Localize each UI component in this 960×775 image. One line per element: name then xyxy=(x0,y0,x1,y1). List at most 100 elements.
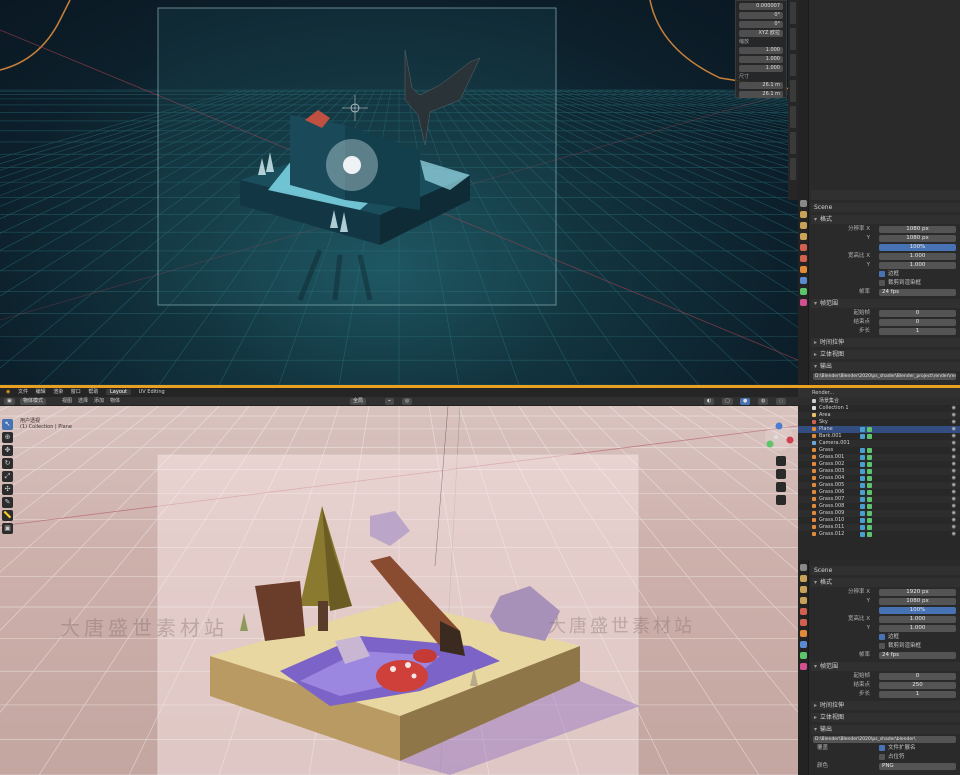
menu-select[interactable]: 选择 xyxy=(78,397,88,406)
world-tab-icon[interactable] xyxy=(800,619,807,626)
placeholders-checkbox[interactable] xyxy=(879,754,885,760)
vertex-group-icon[interactable] xyxy=(867,469,872,474)
modifier-tab-icon[interactable] xyxy=(800,277,807,284)
outliner-row[interactable]: Grass.010 ◉ xyxy=(798,517,960,524)
menu-window[interactable]: 窗口 xyxy=(71,389,81,395)
outliner-row[interactable]: Grass.008 ◉ xyxy=(798,503,960,510)
tab-addon[interactable] xyxy=(790,106,796,128)
outliner-row[interactable]: Grass ◉ xyxy=(798,447,960,454)
menu-object[interactable]: 物体 xyxy=(110,397,120,406)
world-tab-icon[interactable] xyxy=(800,255,807,262)
section-time-stretch[interactable]: ▸ 时间拉伸 xyxy=(811,338,960,347)
menu-view[interactable]: 视图 xyxy=(62,397,72,406)
visibility-eye-icon[interactable]: ◉ xyxy=(952,447,956,454)
modifier-icon[interactable] xyxy=(860,476,865,481)
navigation-gizmo[interactable] xyxy=(764,422,794,452)
section-frame-range[interactable]: ▾ 帧范围 xyxy=(811,299,960,308)
visibility-eye-icon[interactable]: ◉ xyxy=(952,503,956,510)
crop-checkbox[interactable] xyxy=(879,280,885,286)
visibility-eye-icon[interactable]: ◉ xyxy=(952,412,956,419)
frame-step-field[interactable]: 1 xyxy=(879,327,956,335)
resolution-percent-field[interactable]: 100% xyxy=(879,606,956,614)
dim-x-field[interactable]: 26.1 m xyxy=(739,82,783,89)
vertex-group-icon[interactable] xyxy=(867,532,872,537)
tab-addon-2[interactable] xyxy=(790,132,796,154)
measure-icon[interactable]: 📏 xyxy=(2,510,13,521)
visibility-eye-icon[interactable]: ◉ xyxy=(952,461,956,468)
vertex-group-icon[interactable] xyxy=(867,497,872,502)
section-output[interactable]: ▾ 输出 xyxy=(811,362,960,371)
workspace-tab-uv[interactable]: UV Editing xyxy=(139,389,165,395)
visibility-eye-icon[interactable]: ◉ xyxy=(952,510,956,517)
vertex-group-icon[interactable] xyxy=(867,462,872,467)
overwrite-checkbox[interactable] xyxy=(879,745,885,751)
annotate-icon[interactable]: ✎ xyxy=(2,497,13,508)
visibility-eye-icon[interactable]: ◉ xyxy=(952,496,956,503)
modifier-icon[interactable] xyxy=(860,455,865,460)
vertex-group-icon[interactable] xyxy=(867,448,872,453)
outliner-row[interactable]: Grass.005 ◉ xyxy=(798,482,960,489)
aspect-y-field[interactable]: 1.000 xyxy=(879,261,956,269)
outliner-row[interactable]: Camera.001 ◉ xyxy=(798,440,960,447)
transform-icon[interactable]: ✣ xyxy=(2,484,13,495)
move-icon[interactable]: ✥ xyxy=(2,445,13,456)
outliner-row[interactable]: Grass.009 ◉ xyxy=(798,510,960,517)
visibility-eye-icon[interactable]: ◉ xyxy=(952,531,956,538)
outliner-row[interactable]: Grass.012 ◉ xyxy=(798,531,960,538)
object-tab-icon[interactable] xyxy=(800,630,807,637)
visibility-eye-icon[interactable]: ◉ xyxy=(952,482,956,489)
properties-editor-top[interactable]: Scene ▾ 格式 分辨率 X 1080 px Y 1080 px 100% 宽高比… xyxy=(798,0,960,385)
tab-view[interactable] xyxy=(790,54,796,76)
framerate-select[interactable]: 24 fps xyxy=(879,288,956,296)
properties-search-bar[interactable] xyxy=(811,190,960,200)
vertex-group-icon[interactable] xyxy=(867,434,872,439)
menu-file[interactable]: 文件 xyxy=(18,389,28,395)
visibility-eye-icon[interactable]: ◉ xyxy=(952,524,956,531)
border-checkbox[interactable] xyxy=(879,634,885,640)
modifier-icon[interactable] xyxy=(860,490,865,495)
rotation-mode-select[interactable]: XYZ 欧拉 xyxy=(739,30,783,37)
camera-view-icon[interactable] xyxy=(776,482,786,492)
crop-checkbox[interactable] xyxy=(879,643,885,649)
n-panel-transform[interactable]: 0.000007 0° 0° XYZ 欧拉 缩放 1.000 1.000 1.0… xyxy=(735,0,787,98)
outliner-row[interactable]: Grass.011 ◉ xyxy=(798,524,960,531)
select-icon[interactable]: ↖ xyxy=(2,419,13,430)
outliner-row[interactable]: Grass.002 ◉ xyxy=(798,461,960,468)
proportional-edit-icon[interactable]: ◎ xyxy=(402,398,413,405)
add-cube-icon[interactable]: ▣ xyxy=(2,523,13,534)
visibility-eye-icon[interactable]: ◉ xyxy=(952,468,956,475)
menu-edit[interactable]: 编辑 xyxy=(36,389,46,395)
visibility-eye-icon[interactable]: ◉ xyxy=(952,454,956,461)
output-tab-icon[interactable] xyxy=(800,222,807,229)
outliner-scene-collection[interactable]: 场景集合 xyxy=(798,398,960,405)
modifier-icon[interactable] xyxy=(860,434,865,439)
scale-icon[interactable]: ⤢ xyxy=(2,471,13,482)
outliner-search-field[interactable]: Render... xyxy=(812,390,834,396)
aspect-y-field[interactable]: 1.000 xyxy=(879,624,956,632)
outliner-row[interactable]: Grass.007 ◉ xyxy=(798,496,960,503)
modifier-icon[interactable] xyxy=(860,511,865,516)
mode-select[interactable]: 物体模式 xyxy=(20,398,47,405)
rotation-field-w[interactable]: 0.000007 xyxy=(739,3,783,10)
vertex-group-icon[interactable] xyxy=(867,483,872,488)
modifier-icon[interactable] xyxy=(860,525,865,530)
snap-icon[interactable]: ⌁ xyxy=(385,398,395,405)
output-path-field[interactable]: D:\Blender\Blender\2020\ps_shader\blende… xyxy=(813,735,956,743)
render-tab-icon[interactable] xyxy=(800,575,807,582)
render-tab-icon[interactable] xyxy=(800,211,807,218)
section-format[interactable]: ▾ 格式 xyxy=(811,215,960,224)
scale-y-field[interactable]: 1.000 xyxy=(739,56,783,63)
overlay-icon[interactable]: ◐ xyxy=(704,398,715,405)
modifier-icon[interactable] xyxy=(860,427,865,432)
visibility-eye-icon[interactable]: ◉ xyxy=(952,440,956,447)
visibility-eye-icon[interactable]: ◉ xyxy=(952,405,956,412)
outliner-row[interactable]: Grass.006 ◉ xyxy=(798,489,960,496)
section-stereoscopy[interactable]: ▸ 立体视图 xyxy=(811,350,960,359)
object-tab-icon[interactable] xyxy=(800,266,807,273)
file-format-select[interactable]: PNG xyxy=(879,762,956,770)
shading-solid-icon[interactable]: ● xyxy=(740,398,751,405)
modifier-tab-icon[interactable] xyxy=(800,641,807,648)
shading-render-icon[interactable]: ◌ xyxy=(776,398,787,405)
frame-step-field[interactable]: 1 xyxy=(879,690,956,698)
data-tab-icon[interactable] xyxy=(800,652,807,659)
